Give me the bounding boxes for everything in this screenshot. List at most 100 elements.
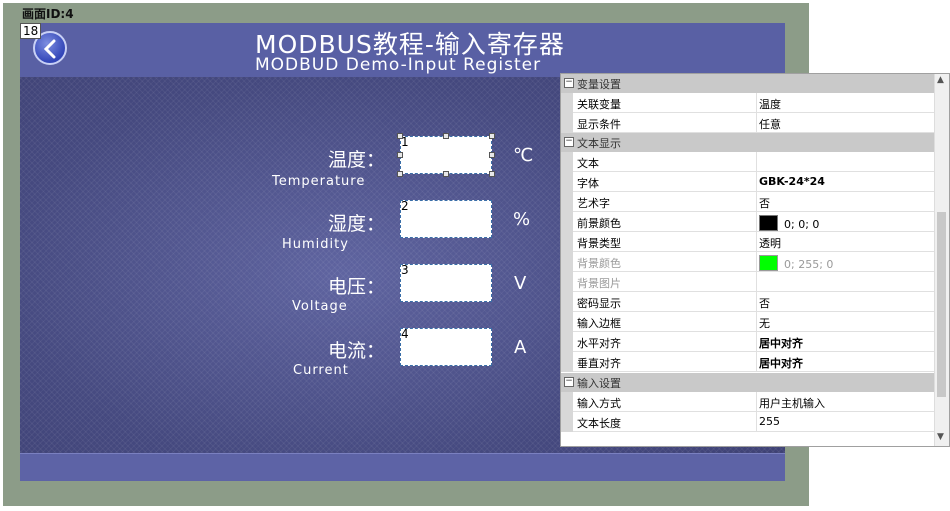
temperature-unit: ℃ [513,145,534,166]
resize-handle[interactable] [443,133,449,139]
property-row[interactable]: 背景类型 透明 [561,232,935,252]
input-id: 2 [401,199,409,213]
property-value[interactable]: 透明 [759,235,781,251]
property-value[interactable]: 居中对齐 [759,335,803,351]
scrollbar-thumb[interactable] [937,212,946,397]
property-row[interactable]: 输入方式 用户主机输入 [561,392,935,412]
voltage-label: 电压： [327,276,385,298]
property-key: 文本长度 [577,417,621,430]
section-title: 变量设置 [577,78,621,91]
column-divider [756,412,757,432]
scroll-down-icon[interactable]: ▼ [937,432,944,442]
resize-handle[interactable] [489,152,495,158]
section-title: 文本显示 [577,137,621,150]
property-value-color[interactable]: 0; 0; 0 [759,215,819,231]
row-gutter [561,212,573,232]
resize-handle[interactable] [443,171,449,177]
row-gutter [561,292,573,312]
property-value[interactable]: 255 [759,415,780,428]
property-value[interactable]: 无 [759,315,770,331]
resize-handle[interactable] [489,133,495,139]
property-value[interactable]: 任意 [759,116,781,132]
voltage-unit: V [514,273,527,294]
collapse-icon[interactable]: − [564,377,574,387]
property-key: 显示条件 [577,118,621,131]
property-value[interactable]: 用户主机输入 [759,395,825,411]
column-divider [756,152,757,172]
property-key: 输入方式 [577,397,621,410]
property-row[interactable]: 前景颜色 0; 0; 0 [561,212,935,232]
property-row[interactable]: 文本长度 255 [561,412,935,432]
temperature-label-en: Temperature [272,174,366,189]
property-value[interactable]: 居中对齐 [759,355,803,371]
resize-handle[interactable] [397,133,403,139]
property-value[interactable]: 否 [759,195,770,211]
color-swatch[interactable] [759,215,778,231]
row-gutter [561,352,573,372]
property-value[interactable]: 温度 [759,96,781,112]
voltage-input[interactable]: 3 [400,263,492,302]
page-subtitle: MODBUD Demo-Input Register [255,55,542,75]
color-swatch[interactable] [759,255,778,271]
column-divider [756,332,757,352]
color-value: 0; 0; 0 [784,218,820,231]
column-divider [756,212,757,232]
temperature-input[interactable]: 1 [400,135,492,174]
column-divider [756,312,757,332]
property-row[interactable]: 水平对齐 居中对齐 [561,332,935,352]
scroll-up-icon[interactable]: ▲ [937,75,944,85]
property-key: 水平对齐 [577,337,621,350]
property-key: 背景类型 [577,237,621,250]
property-key: 密码显示 [577,297,621,310]
column-divider [756,292,757,312]
collapse-icon[interactable]: − [564,137,574,147]
property-panel: − 变量设置 关联变量 温度 显示条件 任意 − 文本显示 文本 字体 GBK-… [560,73,950,447]
humidity-label: 湿度： [327,213,385,235]
property-row[interactable]: 密码显示 否 [561,292,935,312]
humidity-unit: % [513,209,531,230]
property-row[interactable]: 背景颜色 0; 255; 0 [561,252,935,272]
row-gutter [561,113,573,133]
humidity-input[interactable]: 2 [400,199,492,238]
column-divider [756,232,757,252]
section-variable-settings[interactable]: − 变量设置 [561,74,935,93]
property-key: 输入边框 [577,317,621,330]
column-divider [756,113,757,133]
property-row[interactable]: 输入边框 无 [561,312,935,332]
row-gutter [561,312,573,332]
property-value-color[interactable]: 0; 255; 0 [759,255,833,271]
input-id: 4 [401,327,409,341]
row-gutter [561,192,573,212]
row-gutter [561,412,573,432]
row-gutter [561,232,573,252]
property-key: 前景颜色 [577,217,621,230]
property-key: 背景颜色 [577,257,621,270]
column-divider [756,192,757,212]
collapse-icon[interactable]: − [564,78,574,88]
chevron-left-icon [43,39,56,59]
property-value[interactable]: GBK-24*24 [759,175,825,188]
property-row[interactable]: 背景图片 [561,272,935,292]
property-scrollbar[interactable]: ▲ ▼ [934,74,949,446]
property-row[interactable]: 艺术字 否 [561,192,935,212]
row-gutter [561,272,573,292]
property-row[interactable]: 关联变量 温度 [561,93,935,113]
resize-handle[interactable] [397,171,403,177]
property-row[interactable]: 显示条件 任意 [561,113,935,133]
property-row[interactable]: 文本 [561,152,935,172]
current-input[interactable]: 4 [400,327,492,366]
row-gutter [561,252,573,272]
property-value[interactable]: 否 [759,295,770,311]
property-row[interactable]: 字体 GBK-24*24 [561,172,935,192]
column-divider [756,352,757,372]
section-text-display[interactable]: − 文本显示 [561,133,935,152]
section-title: 输入设置 [577,377,621,390]
row-gutter [561,93,573,113]
back-button-id: 18 [20,23,42,39]
property-row[interactable]: 垂直对齐 居中对齐 [561,352,935,372]
input-id: 3 [401,263,409,277]
resize-handle[interactable] [397,152,403,158]
section-input-settings[interactable]: − 输入设置 [561,373,935,392]
resize-handle[interactable] [489,171,495,177]
temperature-label: 温度： [327,149,385,171]
